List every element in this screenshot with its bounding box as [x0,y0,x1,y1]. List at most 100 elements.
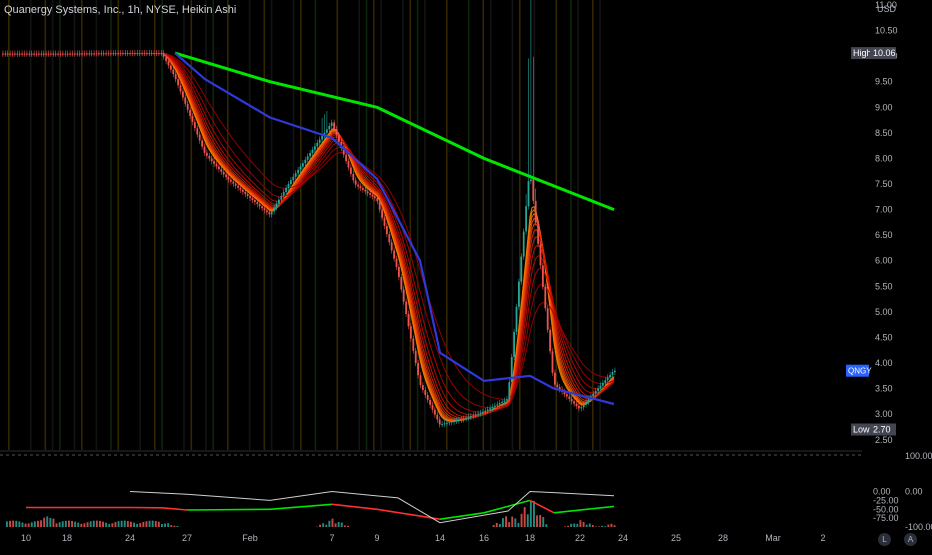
auto-scale-button[interactable]: A [904,533,917,546]
candle-body [578,406,580,408]
histogram-bar [87,522,89,527]
histogram-bar [37,521,39,527]
candle-body [261,206,263,208]
low-label: Low [853,425,870,435]
candle-body [201,141,203,147]
candle-body [319,140,321,143]
ribbon-line [162,53,614,419]
candle-body [206,153,208,156]
session-band [45,0,47,450]
log-scale-button[interactable]: L [878,533,891,546]
candle-body [276,204,278,208]
candle-body [297,170,299,173]
candle-body [585,402,587,405]
candle-body [242,190,244,192]
histogram-bar [127,521,129,527]
histogram-bar [46,516,48,527]
histogram-bar [524,507,526,527]
candle-body [408,314,410,326]
candle-body [28,54,30,55]
histogram-bar [502,518,504,527]
candle-body [384,218,386,226]
histogram-bar [139,523,141,527]
candle-body [396,259,398,267]
osc-slow-segment [187,509,270,510]
candle-body [460,419,462,420]
time-tick-label: 2 [820,533,825,543]
histogram-bar [592,525,594,527]
histogram-bar [158,522,160,527]
ribbon-line [162,53,614,417]
candle-body [595,391,597,394]
histogram-bar [580,520,582,527]
candle-body [372,195,374,197]
candle-body [609,375,611,378]
chart-canvas[interactable]: 11.0010.5010.009.509.008.508.007.507.006… [0,0,932,550]
osc-right-tick: 100.00 [905,451,932,461]
histogram-bar [40,520,42,527]
histogram-bar [170,525,172,527]
candle-body [501,402,503,403]
histogram-bar [518,523,520,527]
price-tick-label: 4.50 [875,333,893,343]
candle-body [52,54,54,55]
candle-body [189,110,191,116]
candle-body [62,54,64,55]
histogram-bar [84,523,86,527]
candle-body [146,53,148,54]
candle-body [472,415,474,416]
histogram-bar [136,524,138,527]
candle-body [36,54,38,55]
price-tick-label: 7.00 [875,205,893,215]
candle-body [475,414,477,415]
candle-body [172,70,174,74]
session-band [81,0,83,450]
time-tick-label: Mar [765,533,781,543]
candle-body [549,330,551,352]
candle-body [24,54,26,55]
candle-body [309,153,311,156]
candle-body [583,405,585,408]
session-band [490,0,492,450]
price-tick-label: 8.50 [875,128,893,138]
time-tick-label: 25 [671,533,681,543]
candle-body [568,397,570,399]
candle-body [614,371,616,372]
candle-body [386,226,388,234]
candle-body [554,373,556,385]
trading-chart[interactable]: 11.0010.5010.009.509.008.508.007.507.006… [0,0,932,550]
candle-body [504,401,506,402]
candle-body [254,200,256,202]
candle-body [285,188,287,192]
histogram-bar [133,523,135,527]
histogram-bar [167,523,169,527]
session-band [161,0,163,450]
session-band [59,0,61,450]
ma-blue-line [175,53,614,404]
candle-body [412,339,414,351]
candle-body [602,383,604,386]
histogram-bar [34,521,36,527]
histogram-bar [146,521,148,527]
histogram-bar [530,501,532,527]
candle-body [156,53,158,54]
session-band [337,0,339,450]
histogram-bar [325,525,327,527]
candle-body [530,179,532,181]
candle-body [388,234,390,242]
session-band [293,0,295,450]
candle-body [2,54,4,55]
candle-body [597,388,599,391]
candle-body [16,54,18,55]
histogram-bar [545,524,547,527]
histogram-bar [31,522,33,527]
time-tick-label: 28 [718,533,728,543]
session-band [212,0,214,450]
price-tick-label: 5.00 [875,307,893,317]
histogram-bar [53,519,55,527]
session-band [446,0,448,450]
osc-slow-segment [270,504,332,509]
candle-body [499,403,501,404]
candle-body [64,54,66,55]
price-tick-label: 7.50 [875,179,893,189]
